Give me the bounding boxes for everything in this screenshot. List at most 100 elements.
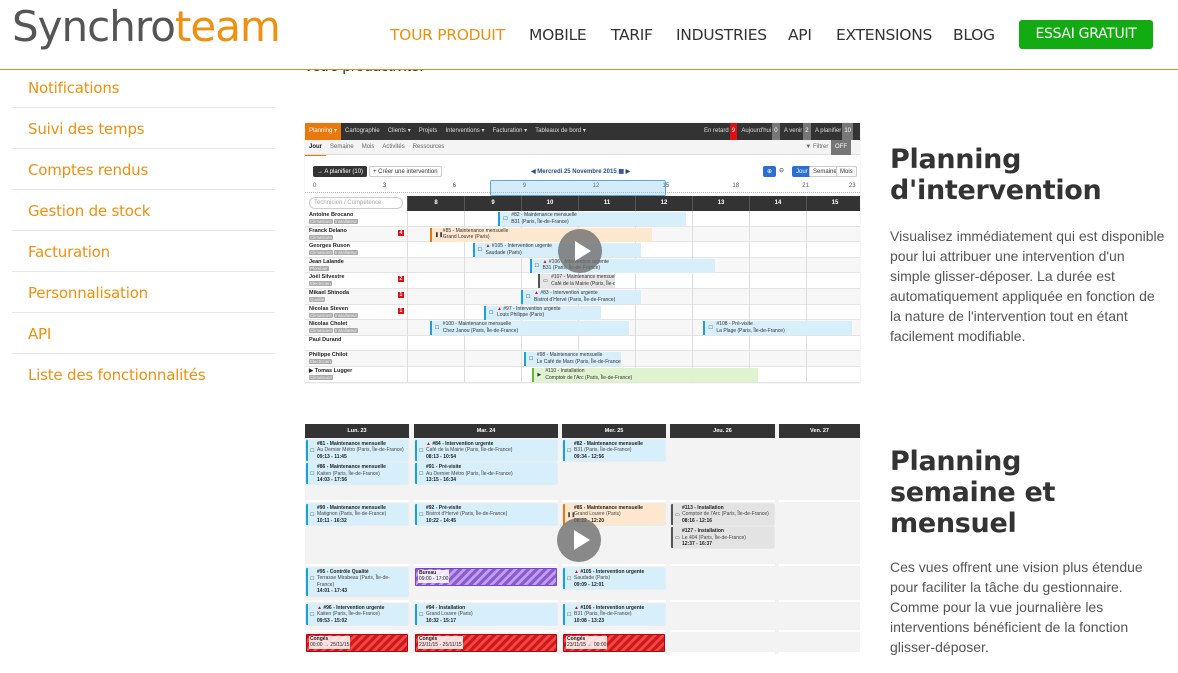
zoom-in-icon: ⊕ <box>763 166 777 177</box>
intervention-event: ❚❚ #85 - Maintenance mensuelle Grand Louvr… <box>429 227 653 242</box>
feature-text: Ces vues offrent une vision plus étendue… <box>890 559 1143 655</box>
counter-value: 9 <box>729 123 738 140</box>
logo[interactable]: Synchroteam <box>12 2 281 51</box>
grid-line <box>749 242 750 258</box>
grid-line <box>521 351 522 367</box>
sidebar-item-suivi-temps[interactable]: Suivi des temps <box>12 108 275 149</box>
day-cell <box>670 633 775 654</box>
planning-card: Congés 00:00 → 25/11/15 <box>306 634 408 652</box>
grid-line <box>635 335 636 352</box>
grid-line <box>407 257 408 274</box>
technician-name: Georges Ruson <box>309 243 350 250</box>
grid-line <box>464 367 465 383</box>
sidebar-item-personnalisation[interactable]: Personnalisation <box>12 272 275 313</box>
sidebar-item-notifications[interactable]: Notifications <box>12 67 275 108</box>
site-header: Synchroteam TOUR PRODUIT MOBILE TARIF IN… <box>0 0 1178 70</box>
card-place: Grand Louvre (Paris) <box>426 611 473 618</box>
grid-line <box>806 367 807 383</box>
planning-card: ☐ ▲ #106 - Intervention urgente B31 (Paris… <box>563 604 665 626</box>
technician-tags: Climaticien <box>309 375 334 381</box>
card-status-icon: ☐ <box>567 612 572 618</box>
card-place: Terrasse Mirabeau (Paris, Île-de-France) <box>317 575 390 588</box>
nav-industries[interactable]: INDUSTRIES <box>676 26 767 44</box>
card-hours: 10:11 - 16:32 <box>317 517 347 524</box>
sidebar-item-api[interactable]: API <box>12 313 275 354</box>
ruler-tick-label: 21 <box>802 183 809 189</box>
card-title: Congés <box>310 636 329 642</box>
nav-mobile[interactable]: MOBILE <box>529 26 587 44</box>
grid-line <box>692 351 693 367</box>
day-column: Ven. 27 <box>779 424 860 654</box>
grid-line <box>749 304 750 321</box>
play-video-icon[interactable] <box>557 518 601 562</box>
grid-line <box>692 289 693 305</box>
sidebar-item-liste-fonctionnalites[interactable]: Liste des fonctionnalités <box>12 354 275 395</box>
free-trial-button[interactable]: ESSAI GRATUIT <box>1019 20 1153 49</box>
card-hours: 23/11/15 ← 00:00 <box>567 642 607 649</box>
card-title: #127 - Installation <box>682 528 724 535</box>
skill-tag: Plombier <box>309 265 329 271</box>
warning-icon: ▲ <box>542 258 548 265</box>
counter-value: 2 <box>803 123 811 140</box>
technician-name: Jean Lalande <box>309 258 344 265</box>
nav-api[interactable]: API <box>788 26 812 44</box>
ruler-tick-label: 23 <box>848 183 856 189</box>
sidebar-item-facturation[interactable]: Facturation <box>12 231 275 272</box>
card-title: Congés <box>567 636 586 642</box>
technician-name: Franck Delano <box>309 227 347 234</box>
day-cell: ☐ #92 - Pré-visite Bistrot d'Hervé (Paris,… <box>414 503 558 566</box>
intervention-event: ☐ #108 - Pré-visite La Plage (Paris, Île-d… <box>703 321 852 336</box>
technician-name: Joël Silvestre <box>309 274 345 281</box>
day-cell <box>779 567 860 602</box>
nav-tour-produit[interactable]: TOUR PRODUIT <box>390 26 505 44</box>
grid-line <box>407 320 408 336</box>
menu-interventions: Interventions ▾ <box>445 128 485 134</box>
ruler-tick-label: 3 <box>382 183 387 189</box>
card-place: Au Dernier Métro (Paris, Île-de-France) <box>317 447 404 454</box>
view-tabs: Jour Semaine Mois Activités Ressources ▼ Fil… <box>305 140 860 156</box>
late-count-badge: 1 <box>398 292 404 298</box>
card-status-icon: ☐ <box>310 576 315 582</box>
card-hours: 09:09 - 12:01 <box>574 581 605 588</box>
technician-tags: Qualité <box>309 297 326 303</box>
play-video-icon[interactable] <box>558 229 602 273</box>
sidebar: Notifications Suivi des temps Comptes re… <box>12 67 275 395</box>
feature-week-planning: Planning semaine et mensuel Ces vues off… <box>890 446 1160 657</box>
card-status-icon: ☐ <box>310 512 315 518</box>
grid-line <box>806 351 807 367</box>
late-count-badge: 1 <box>398 307 404 314</box>
nav-tarif[interactable]: TARIF <box>611 26 653 44</box>
card-title: #94 - Installation <box>426 605 466 611</box>
day-cell: ☐ ▲ #105 - Intervention urgente Saudade (P… <box>562 567 666 602</box>
technician-tags: Climaticien Installateur <box>309 312 359 319</box>
grid-line <box>407 211 408 227</box>
technician-name: Philippe Chilot <box>309 352 348 359</box>
app-menu-bar: Planning ▾ Cartographie Clients ▾ Projets In… <box>305 123 860 140</box>
grid-line <box>806 273 807 289</box>
grid-line <box>407 335 408 352</box>
hour-label: 10 <box>521 196 578 211</box>
warning-icon: ▲ <box>485 243 491 250</box>
card-hours: 08:13 - 10:54 <box>426 453 457 460</box>
create-intervention-button: + Créer une intervention <box>369 166 442 177</box>
grid-line <box>407 304 408 321</box>
skill-tag: Climaticien <box>309 234 334 240</box>
nav-blog[interactable]: BLOG <box>953 26 995 44</box>
skill-tag: Climaticien <box>309 312 334 318</box>
sidebar-item-gestion-stock[interactable]: Gestion de stock <box>12 190 275 231</box>
sidebar-item-comptes-rendus[interactable]: Comptes rendus <box>12 149 275 190</box>
technician-name: Nicolas Cholet <box>309 321 348 328</box>
day-cell: Congés 00:00 → 25/11/15 <box>305 633 409 654</box>
planning-card: ☐ ▲ #84 - Intervention urgente Café de la … <box>415 440 557 462</box>
day-cell: ☐ #90 - Maintenance mensuelle Matignon (Pa… <box>305 503 409 566</box>
nav-extensions[interactable]: EXTENSIONS <box>836 26 932 44</box>
grid-line <box>521 335 522 352</box>
grid-line <box>464 289 465 305</box>
menu-cartographie: Cartographie <box>345 128 380 134</box>
planning-card: ☐ #90 - Maintenance mensuelle Matignon (Pa… <box>306 504 408 526</box>
grid-line <box>692 211 693 227</box>
planning-card: ☐ #86 - Maintenance mensuelle Kaiten (Pari… <box>306 463 408 485</box>
menu-facturation: Facturation ▾ <box>492 128 528 134</box>
card-hours: 00:00 → 25/11/15 <box>310 642 350 649</box>
card-place: Bistrot d'Hervé (Paris, Île-de-France) <box>426 511 508 518</box>
